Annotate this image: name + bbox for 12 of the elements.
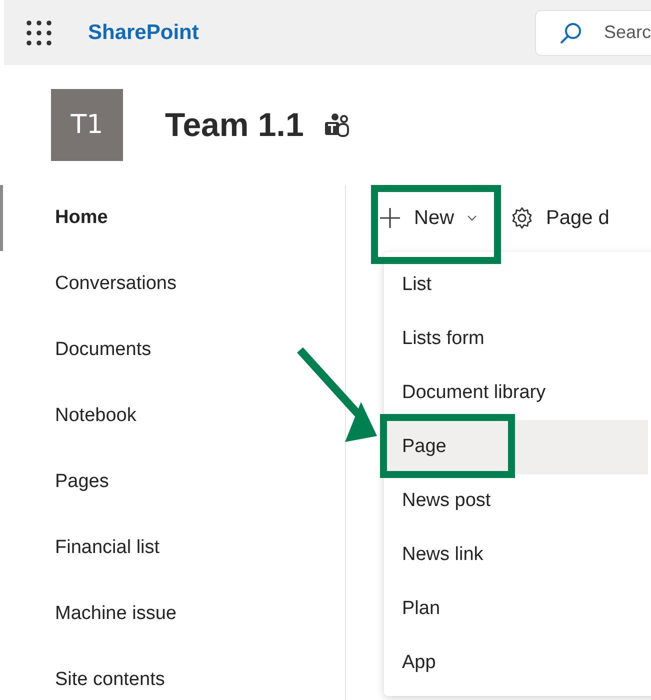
- app-name[interactable]: SharePoint: [88, 20, 199, 44]
- site-logo: T1: [51, 89, 123, 161]
- menu-item[interactable]: Page: [384, 420, 648, 474]
- new-button[interactable]: New: [376, 200, 458, 236]
- site-title: Team 1.1: [165, 106, 304, 144]
- people-icon: [324, 112, 350, 138]
- search-field[interactable]: Searc: [535, 10, 651, 56]
- page-details-button[interactable]: Page d: [510, 206, 610, 230]
- search-icon: [559, 20, 583, 44]
- app-launcher-icon[interactable]: [26, 20, 52, 46]
- settings-icon: [510, 206, 534, 230]
- plus-icon: [380, 208, 400, 228]
